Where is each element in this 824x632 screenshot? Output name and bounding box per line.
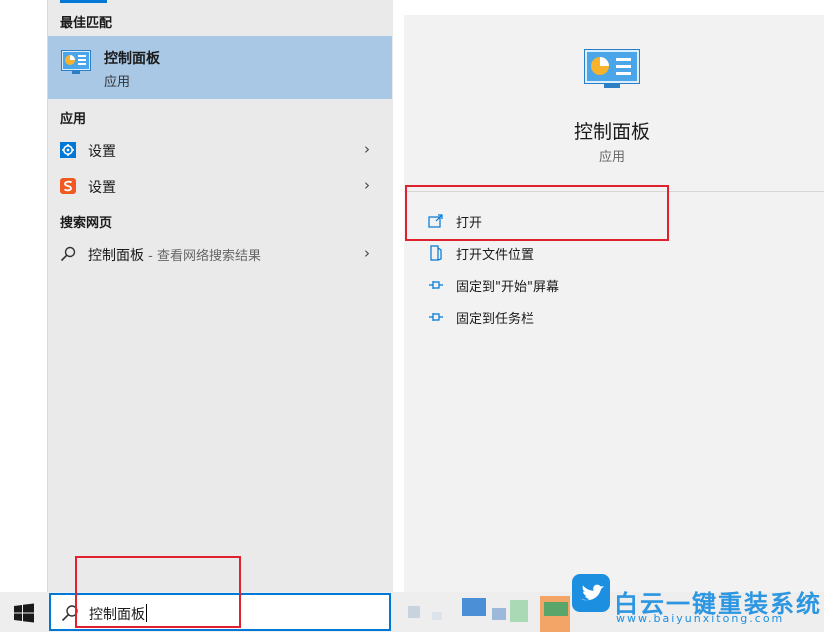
taskbar-app-icon[interactable] — [544, 602, 568, 616]
desktop-strip — [0, 0, 48, 592]
web-search-label: 控制面板 - 查看网络搜索结果 — [88, 248, 261, 264]
sogou-s-icon — [60, 178, 76, 194]
action-label: 固定到任务栏 — [456, 312, 535, 327]
detail-title: 控制面板 — [573, 121, 650, 143]
app-result-settings[interactable]: 设置 › — [48, 133, 392, 167]
chevron-right-icon[interactable]: › — [364, 176, 370, 194]
highlight-open-action — [405, 185, 669, 241]
action-label: 固定到"开始"屏幕 — [456, 280, 559, 295]
control-panel-icon — [584, 49, 640, 88]
twitter-bird-icon — [572, 574, 610, 612]
action-label: 打开文件位置 — [456, 248, 535, 263]
chevron-right-icon[interactable]: › — [364, 140, 370, 158]
search-icon — [60, 246, 76, 262]
search-results-panel: 最佳匹配 控制面板 应用 应用 设置 › 设置 › 搜索网页 控制面板 - 查看… — [48, 0, 393, 592]
app-result-label: 设置 — [88, 144, 116, 160]
pin-icon — [429, 313, 443, 321]
best-match-header: 最佳匹配 — [60, 16, 113, 31]
web-search-header: 搜索网页 — [60, 216, 113, 231]
best-match-title: 控制面板 — [104, 51, 160, 67]
best-match-control-panel[interactable]: 控制面板 应用 — [48, 36, 392, 99]
watermark-url: www.baiyunxitong.com — [616, 612, 785, 625]
detail-panel: 控制面板 应用 打开 打开文件位置 固定到"开始"屏幕 固定到任务栏 — [404, 15, 824, 592]
best-match-subtitle: 应用 — [104, 75, 131, 90]
taskbar-app-icon[interactable] — [432, 612, 442, 620]
control-panel-icon — [61, 50, 91, 74]
file-location-icon — [430, 245, 442, 261]
taskbar-app-icon[interactable] — [462, 598, 486, 616]
apps-header: 应用 — [60, 112, 87, 127]
gear-icon — [60, 142, 76, 158]
pin-icon — [429, 281, 443, 289]
app-result-label: 设置 — [88, 180, 116, 196]
web-search-result[interactable]: 控制面板 - 查看网络搜索结果 › — [48, 237, 392, 271]
highlight-search-box — [75, 556, 241, 628]
detail-subtitle: 应用 — [598, 150, 625, 165]
taskbar-app-icon[interactable] — [510, 600, 528, 622]
app-result-settings-sogou[interactable]: 设置 › — [48, 169, 392, 203]
taskbar-app-icon[interactable] — [492, 608, 506, 620]
windows-start-icon[interactable] — [14, 603, 34, 623]
tab-indicator — [60, 0, 107, 3]
taskbar-app-icon[interactable] — [408, 606, 420, 618]
chevron-right-icon[interactable]: › — [364, 244, 370, 262]
